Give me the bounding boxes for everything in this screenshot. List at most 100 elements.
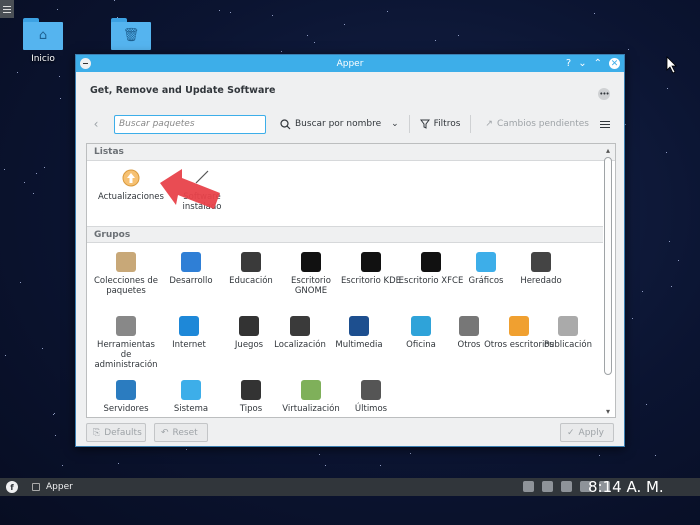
group-item-label: Publicación [544, 340, 592, 350]
star [646, 404, 647, 405]
star [380, 465, 381, 466]
apper-task-icon [32, 483, 40, 491]
apply-button[interactable]: ✓ Apply [560, 423, 614, 442]
scrollbar[interactable]: ▴ ▾ [602, 145, 614, 417]
clock[interactable]: 8:14 A. M. [588, 478, 664, 496]
search-by-label: Buscar por nombre [295, 119, 382, 129]
scroll-up-icon[interactable]: ▴ [602, 145, 614, 157]
pending-label: Cambios pendientes [496, 119, 589, 129]
pending-changes-button[interactable]: ↗ Cambios pendientes [485, 119, 589, 129]
toolbar-separator [470, 115, 472, 133]
panel-handle[interactable] [0, 0, 14, 18]
group-item-label: Herramientas de administración [94, 340, 158, 370]
star [281, 51, 282, 52]
star [219, 10, 220, 11]
group-item[interactable]: Publicación [533, 316, 603, 350]
more-options-button[interactable]: ••• [598, 88, 610, 100]
star [230, 12, 231, 13]
scroll-down-icon[interactable]: ▾ [602, 406, 614, 417]
home-folder-icon: ⌂ [23, 18, 63, 50]
reset-button[interactable]: ↶ Reset [154, 423, 208, 442]
group-item-label: Últimos [354, 404, 388, 414]
taskbar-app-label: Apper [46, 482, 73, 492]
group-item[interactable]: Heredado [506, 252, 576, 286]
group-item[interactable]: Colecciones de paquetes [91, 252, 161, 296]
trash-folder-icon: 🗑 [111, 18, 151, 50]
star [599, 455, 600, 456]
window-title: Apper [336, 58, 364, 69]
star [57, 9, 58, 10]
close-icon[interactable]: ✕ [609, 58, 620, 69]
star [387, 11, 388, 12]
internet-icon [179, 316, 199, 336]
minimize-icon[interactable]: ⌄ [578, 58, 586, 69]
star [114, 0, 115, 1]
education-icon [241, 252, 261, 272]
window-titlebar[interactable]: Apper ? ⌄ ⌃ ✕ [76, 55, 624, 72]
chevron-down-icon: ⌄ [391, 119, 399, 129]
update-icon [121, 168, 141, 188]
group-item[interactable]: Servidores [91, 380, 161, 414]
back-button[interactable]: ‹ [86, 117, 106, 131]
group-item-label: Multimedia [335, 340, 383, 350]
help-icon[interactable]: ? [566, 58, 571, 69]
desktop-icon-inicio[interactable]: ⌂ Inicio [13, 18, 73, 64]
star [55, 435, 56, 436]
group-item-label: Heredado [520, 276, 562, 286]
other-desktops-icon [509, 316, 529, 336]
star [666, 152, 667, 153]
legacy-icon [531, 252, 551, 272]
star [42, 348, 43, 349]
filters-button[interactable]: Filtros [419, 119, 460, 129]
tray-network-icon[interactable] [523, 481, 534, 492]
start-menu-icon[interactable]: f [6, 481, 18, 493]
admin-tools-icon [116, 316, 136, 336]
tray-sync-icon[interactable] [561, 481, 572, 492]
system-icon [181, 380, 201, 400]
others-icon [459, 316, 479, 336]
star [118, 463, 119, 464]
graphics-icon [476, 252, 496, 272]
section-header-listas: Listas [87, 144, 615, 161]
search-icon [280, 118, 291, 129]
search-input[interactable] [114, 114, 266, 134]
star [54, 413, 55, 414]
star [314, 42, 315, 43]
group-item[interactable]: Herramientas de administración [91, 316, 161, 370]
defaults-button[interactable]: ⎘ Defaults [86, 423, 146, 442]
star [24, 182, 25, 183]
star [17, 72, 18, 73]
search-by-dropdown[interactable]: Buscar por nombre ⌄ [280, 118, 399, 130]
games-icon [239, 316, 259, 336]
group-item[interactable]: Multimedia [324, 316, 394, 350]
star [4, 169, 5, 170]
star [325, 465, 326, 466]
star [5, 355, 6, 356]
mouse-cursor-icon [666, 56, 677, 74]
multimedia-icon [349, 316, 369, 336]
scroll-thumb[interactable] [604, 157, 612, 375]
publishing-icon [558, 316, 578, 336]
hamburger-menu-icon[interactable] [600, 123, 610, 125]
tray-updates-icon[interactable] [542, 481, 553, 492]
window-menu-icon[interactable] [80, 58, 91, 69]
desktop-icon-trash[interactable]: 🗑 [101, 18, 161, 50]
star [594, 13, 595, 14]
maximize-icon[interactable]: ⌃ [594, 58, 602, 69]
star [44, 167, 45, 168]
star [458, 35, 459, 36]
star [33, 193, 34, 194]
toolbar-separator [408, 115, 410, 133]
star [62, 465, 63, 466]
star [20, 282, 21, 283]
star [632, 318, 633, 319]
taskbar-app-apper[interactable]: Apper [32, 482, 73, 492]
star [678, 260, 679, 261]
star [655, 455, 656, 456]
xfce-icon [421, 252, 441, 272]
pending-icon: ↗ [485, 119, 493, 129]
section-header-grupos: Grupos [87, 226, 603, 243]
servers-icon [116, 380, 136, 400]
star [36, 173, 37, 174]
group-item[interactable]: Últimos [336, 380, 406, 414]
